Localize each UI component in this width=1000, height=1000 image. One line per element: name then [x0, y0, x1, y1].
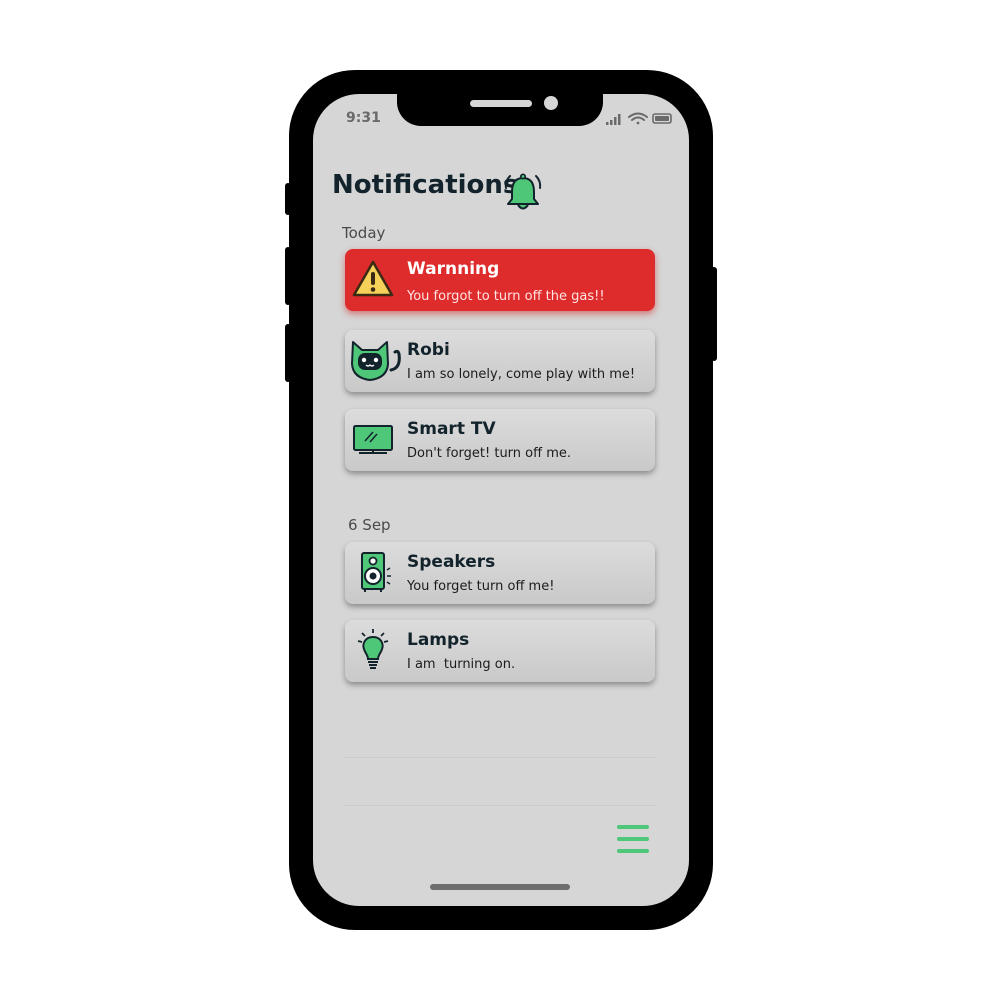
- tv-icon: [353, 425, 393, 454]
- speaker-icon: [361, 552, 391, 592]
- power-button: [711, 267, 717, 361]
- front-camera: [544, 96, 558, 110]
- menu-icon[interactable]: [614, 822, 652, 858]
- notification-message: Don't forget! turn off me.: [407, 446, 572, 461]
- section-label-today: Today: [342, 224, 386, 242]
- battery-icon: [652, 113, 672, 124]
- notification-card-lamps[interactable]: Lamps I am turning on.: [345, 620, 655, 682]
- cat-robot-icon: [351, 341, 401, 381]
- lamp-icon: [357, 629, 389, 669]
- status-icons: [606, 112, 672, 125]
- notification-card-warning[interactable]: Warnning You forgot to turn off the gas!…: [345, 249, 655, 311]
- notification-title: Speakers: [407, 552, 496, 572]
- divider: [344, 757, 656, 758]
- notification-message: I am turning on.: [407, 657, 516, 672]
- divider: [344, 805, 656, 806]
- notch: [397, 94, 603, 126]
- signal-icon: [606, 114, 621, 125]
- section-label-6-sep: 6 Sep: [348, 516, 391, 534]
- volume-down-button: [285, 324, 291, 382]
- notification-title: Warnning: [407, 259, 500, 279]
- notification-card-robi[interactable]: Robi I am so lonely, come play with me!: [345, 330, 655, 392]
- notification-message: I am so lonely, come play with me!: [407, 367, 636, 382]
- earpiece-speaker: [470, 100, 532, 107]
- notification-card-speakers[interactable]: Speakers You forget turn off me!: [345, 542, 655, 604]
- notification-card-smart-tv[interactable]: Smart TV Don't forget! turn off me.: [345, 409, 655, 471]
- wifi-icon: [628, 112, 648, 125]
- phone-screen: [313, 94, 689, 906]
- home-indicator[interactable]: [430, 884, 570, 890]
- notification-title: Robi: [407, 340, 450, 360]
- warning-icon: [352, 260, 394, 297]
- bell-icon: [504, 173, 542, 210]
- notification-title: Lamps: [407, 630, 470, 650]
- notification-message: You forgot to turn off the gas!!: [407, 289, 605, 304]
- status-time: 9:31: [346, 110, 381, 126]
- mute-switch: [285, 183, 291, 215]
- page-title: Notifications: [332, 170, 519, 200]
- notification-message: You forget turn off me!: [407, 579, 555, 594]
- notification-title: Smart TV: [407, 419, 496, 439]
- volume-up-button: [285, 247, 291, 305]
